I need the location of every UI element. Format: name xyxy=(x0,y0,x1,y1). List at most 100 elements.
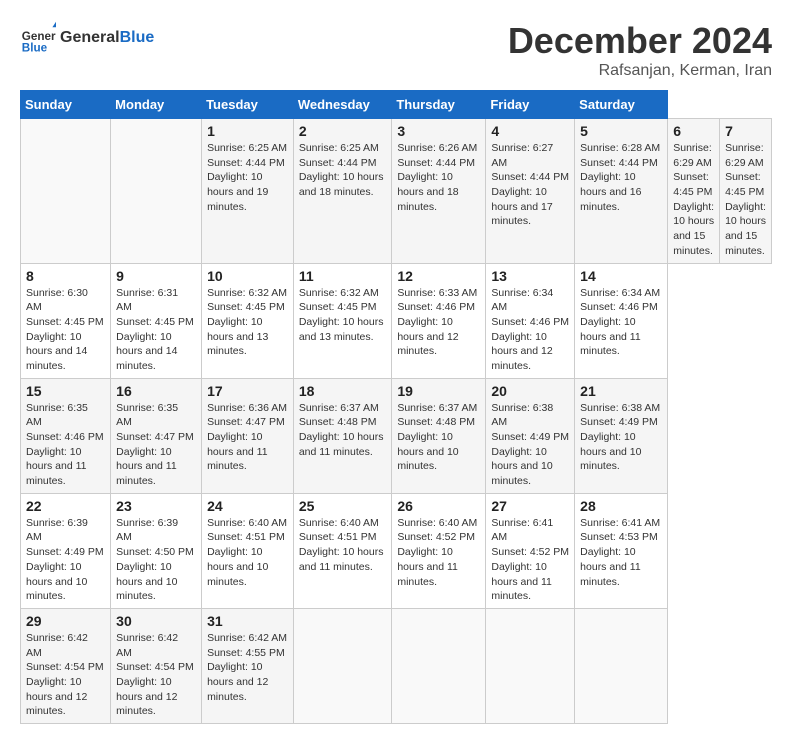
day-header-tuesday: Tuesday xyxy=(202,91,294,119)
day-number: 18 xyxy=(299,383,387,399)
day-number: 23 xyxy=(116,498,196,514)
day-info: Sunrise: 6:30 AMSunset: 4:45 PMDaylight:… xyxy=(26,286,105,374)
day-info: Sunrise: 6:25 AMSunset: 4:44 PMDaylight:… xyxy=(207,141,288,214)
day-cell-3: 3 Sunrise: 6:26 AMSunset: 4:44 PMDayligh… xyxy=(392,119,486,264)
day-info: Sunrise: 6:26 AMSunset: 4:44 PMDaylight:… xyxy=(397,141,480,214)
day-cell-30: 30 Sunrise: 6:42 AMSunset: 4:54 PMDaylig… xyxy=(111,608,202,723)
day-info: Sunrise: 6:36 AMSunset: 4:47 PMDaylight:… xyxy=(207,401,288,474)
day-cell-14: 14 Sunrise: 6:34 AMSunset: 4:46 PMDaylig… xyxy=(575,263,668,378)
day-cell-25: 25 Sunrise: 6:40 AMSunset: 4:51 PMDaylig… xyxy=(293,493,392,608)
day-info: Sunrise: 6:37 AMSunset: 4:48 PMDaylight:… xyxy=(299,401,387,460)
day-number: 22 xyxy=(26,498,105,514)
day-info: Sunrise: 6:40 AMSunset: 4:52 PMDaylight:… xyxy=(397,516,480,589)
day-number: 14 xyxy=(580,268,662,284)
day-cell-22: 22 Sunrise: 6:39 AMSunset: 4:49 PMDaylig… xyxy=(21,493,111,608)
day-cell-24: 24 Sunrise: 6:40 AMSunset: 4:51 PMDaylig… xyxy=(202,493,294,608)
day-info: Sunrise: 6:25 AMSunset: 4:44 PMDaylight:… xyxy=(299,141,387,200)
day-header-wednesday: Wednesday xyxy=(293,91,392,119)
day-cell-21: 21 Sunrise: 6:38 AMSunset: 4:49 PMDaylig… xyxy=(575,378,668,493)
day-cell-10: 10 Sunrise: 6:32 AMSunset: 4:45 PMDaylig… xyxy=(202,263,294,378)
day-info: Sunrise: 6:28 AMSunset: 4:44 PMDaylight:… xyxy=(580,141,662,214)
day-number: 21 xyxy=(580,383,662,399)
day-info: Sunrise: 6:39 AMSunset: 4:50 PMDaylight:… xyxy=(116,516,196,604)
day-number: 17 xyxy=(207,383,288,399)
day-cell-20: 20 Sunrise: 6:38 AMSunset: 4:49 PMDaylig… xyxy=(486,378,575,493)
logo-blue: Blue xyxy=(120,29,155,47)
day-info: Sunrise: 6:34 AMSunset: 4:46 PMDaylight:… xyxy=(491,286,569,374)
day-header-friday: Friday xyxy=(486,91,575,119)
day-info: Sunrise: 6:29 AMSunset: 4:45 PMDaylight:… xyxy=(673,141,714,259)
day-info: Sunrise: 6:42 AMSunset: 4:55 PMDaylight:… xyxy=(207,631,288,704)
day-info: Sunrise: 6:34 AMSunset: 4:46 PMDaylight:… xyxy=(580,286,662,359)
week-row-2: 8 Sunrise: 6:30 AMSunset: 4:45 PMDayligh… xyxy=(21,263,772,378)
day-info: Sunrise: 6:35 AMSunset: 4:46 PMDaylight:… xyxy=(26,401,105,489)
day-number: 11 xyxy=(299,268,387,284)
month-title: December 2024 xyxy=(508,20,772,62)
day-info: Sunrise: 6:41 AMSunset: 4:53 PMDaylight:… xyxy=(580,516,662,589)
day-number: 15 xyxy=(26,383,105,399)
day-cell-4: 4 Sunrise: 6:27 AMSunset: 4:44 PMDayligh… xyxy=(486,119,575,264)
day-header-monday: Monday xyxy=(111,91,202,119)
calendar-table: SundayMondayTuesdayWednesdayThursdayFrid… xyxy=(20,90,772,724)
day-number: 19 xyxy=(397,383,480,399)
week-row-5: 29 Sunrise: 6:42 AMSunset: 4:54 PMDaylig… xyxy=(21,608,772,723)
day-cell-1: 1 Sunrise: 6:25 AMSunset: 4:44 PMDayligh… xyxy=(202,119,294,264)
day-info: Sunrise: 6:42 AMSunset: 4:54 PMDaylight:… xyxy=(116,631,196,719)
day-number: 28 xyxy=(580,498,662,514)
day-number: 10 xyxy=(207,268,288,284)
day-number: 8 xyxy=(26,268,105,284)
day-headers-row: SundayMondayTuesdayWednesdayThursdayFrid… xyxy=(21,91,772,119)
day-number: 6 xyxy=(673,123,714,139)
day-number: 30 xyxy=(116,613,196,629)
day-info: Sunrise: 6:41 AMSunset: 4:52 PMDaylight:… xyxy=(491,516,569,604)
day-number: 25 xyxy=(299,498,387,514)
day-cell-28: 28 Sunrise: 6:41 AMSunset: 4:53 PMDaylig… xyxy=(575,493,668,608)
day-info: Sunrise: 6:35 AMSunset: 4:47 PMDaylight:… xyxy=(116,401,196,489)
day-info: Sunrise: 6:27 AMSunset: 4:44 PMDaylight:… xyxy=(491,141,569,229)
day-info: Sunrise: 6:42 AMSunset: 4:54 PMDaylight:… xyxy=(26,631,105,719)
day-number: 24 xyxy=(207,498,288,514)
day-info: Sunrise: 6:40 AMSunset: 4:51 PMDaylight:… xyxy=(207,516,288,589)
week-row-3: 15 Sunrise: 6:35 AMSunset: 4:46 PMDaylig… xyxy=(21,378,772,493)
svg-text:Blue: Blue xyxy=(22,42,48,55)
day-info: Sunrise: 6:39 AMSunset: 4:49 PMDaylight:… xyxy=(26,516,105,604)
day-cell-11: 11 Sunrise: 6:32 AMSunset: 4:45 PMDaylig… xyxy=(293,263,392,378)
day-number: 13 xyxy=(491,268,569,284)
day-number: 31 xyxy=(207,613,288,629)
day-header-thursday: Thursday xyxy=(392,91,486,119)
day-cell-18: 18 Sunrise: 6:37 AMSunset: 4:48 PMDaylig… xyxy=(293,378,392,493)
day-info: Sunrise: 6:29 AMSunset: 4:45 PMDaylight:… xyxy=(725,141,766,259)
day-info: Sunrise: 6:32 AMSunset: 4:45 PMDaylight:… xyxy=(207,286,288,359)
empty-cell xyxy=(111,119,202,264)
day-number: 5 xyxy=(580,123,662,139)
day-header-sunday: Sunday xyxy=(21,91,111,119)
day-number: 3 xyxy=(397,123,480,139)
empty-cell xyxy=(21,119,111,264)
title-block: December 2024 Rafsanjan, Kerman, Iran xyxy=(508,20,772,80)
day-cell-9: 9 Sunrise: 6:31 AMSunset: 4:45 PMDayligh… xyxy=(111,263,202,378)
day-info: Sunrise: 6:38 AMSunset: 4:49 PMDaylight:… xyxy=(491,401,569,489)
day-number: 26 xyxy=(397,498,480,514)
day-number: 2 xyxy=(299,123,387,139)
day-cell-7: 7 Sunrise: 6:29 AMSunset: 4:45 PMDayligh… xyxy=(720,119,772,264)
day-info: Sunrise: 6:31 AMSunset: 4:45 PMDaylight:… xyxy=(116,286,196,374)
day-cell-23: 23 Sunrise: 6:39 AMSunset: 4:50 PMDaylig… xyxy=(111,493,202,608)
day-number: 7 xyxy=(725,123,766,139)
day-info: Sunrise: 6:33 AMSunset: 4:46 PMDaylight:… xyxy=(397,286,480,359)
empty-cell xyxy=(392,608,486,723)
day-cell-15: 15 Sunrise: 6:35 AMSunset: 4:46 PMDaylig… xyxy=(21,378,111,493)
empty-cell xyxy=(486,608,575,723)
day-cell-13: 13 Sunrise: 6:34 AMSunset: 4:46 PMDaylig… xyxy=(486,263,575,378)
location-subtitle: Rafsanjan, Kerman, Iran xyxy=(508,62,772,80)
logo-icon: General Blue xyxy=(20,20,56,56)
day-cell-27: 27 Sunrise: 6:41 AMSunset: 4:52 PMDaylig… xyxy=(486,493,575,608)
day-info: Sunrise: 6:37 AMSunset: 4:48 PMDaylight:… xyxy=(397,401,480,474)
day-cell-6: 6 Sunrise: 6:29 AMSunset: 4:45 PMDayligh… xyxy=(668,119,720,264)
day-number: 16 xyxy=(116,383,196,399)
week-row-4: 22 Sunrise: 6:39 AMSunset: 4:49 PMDaylig… xyxy=(21,493,772,608)
day-header-saturday: Saturday xyxy=(575,91,668,119)
day-cell-8: 8 Sunrise: 6:30 AMSunset: 4:45 PMDayligh… xyxy=(21,263,111,378)
day-cell-19: 19 Sunrise: 6:37 AMSunset: 4:48 PMDaylig… xyxy=(392,378,486,493)
day-info: Sunrise: 6:38 AMSunset: 4:49 PMDaylight:… xyxy=(580,401,662,474)
day-cell-29: 29 Sunrise: 6:42 AMSunset: 4:54 PMDaylig… xyxy=(21,608,111,723)
